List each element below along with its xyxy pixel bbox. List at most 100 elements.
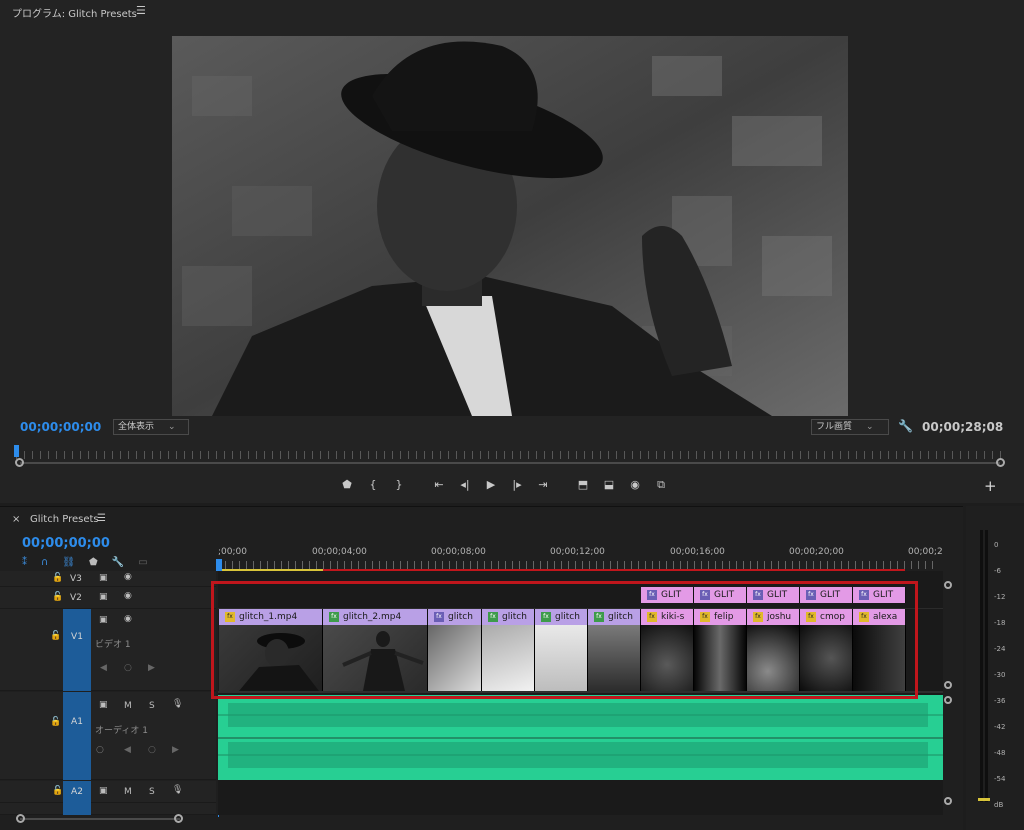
- horizontal-scrollbar[interactable]: [20, 818, 180, 820]
- linked-selection-icon[interactable]: ⛓: [62, 557, 75, 568]
- volume-knob-icon[interactable]: ○: [96, 745, 104, 755]
- audio-waveform: [218, 703, 943, 768]
- wrench-icon[interactable]: 🔧: [898, 419, 913, 433]
- ruler-label: 00;00;08;00: [431, 547, 486, 557]
- prev-keyframe-icon[interactable]: ◀: [124, 745, 131, 755]
- meter-scale-label: -48: [994, 749, 1006, 757]
- mark-out-icon[interactable]: }: [390, 478, 408, 492]
- track-label-v2: V2: [70, 593, 82, 603]
- microphone-icon[interactable]: 🎙: [172, 785, 183, 795]
- meter-scale-label: 0: [994, 541, 999, 549]
- add-marker-icon[interactable]: ⬟: [89, 557, 98, 568]
- track-name-a1: オーディオ 1: [95, 726, 148, 736]
- program-monitor: プログラム: Glitch Presets ☰ 00;00;00;00 全体表示…: [0, 0, 1024, 503]
- eye-icon[interactable]: ◉: [124, 614, 132, 624]
- lock-icon[interactable]: 🔓: [52, 592, 63, 602]
- meter-scale: 0 -6 -12 -18 -24 -30 -36 -42 -48 -54 dB: [994, 532, 1005, 818]
- meter-scale-label: -36: [994, 697, 1006, 705]
- camera-icon[interactable]: ◉: [626, 478, 644, 492]
- ruler-label: ;00;00: [218, 547, 247, 557]
- next-keyframe-icon[interactable]: ▶: [172, 745, 179, 755]
- lock-icon[interactable]: 🔓: [50, 631, 61, 641]
- program-playhead[interactable]: [14, 445, 19, 457]
- chevron-down-icon: ⌄: [866, 422, 874, 432]
- scroll-handle[interactable]: [944, 696, 952, 704]
- mute-button[interactable]: M: [124, 701, 132, 711]
- fit-dropdown[interactable]: 全体表示 ⌄: [113, 419, 189, 435]
- zoom-handle-left[interactable]: [15, 458, 24, 467]
- program-monitor-title: プログラム: Glitch Presets: [12, 9, 137, 20]
- comparison-view-icon[interactable]: ⧉: [652, 478, 670, 492]
- close-icon[interactable]: ×: [12, 514, 20, 525]
- microphone-icon[interactable]: 🎙: [172, 699, 183, 709]
- quality-dropdown[interactable]: フル画質 ⌄: [811, 419, 889, 435]
- ruler-label: 00;00;04;00: [312, 547, 367, 557]
- meter-bar-left: [980, 530, 983, 802]
- panel-menu-icon[interactable]: ☰: [97, 513, 106, 524]
- source-patch-v1[interactable]: V1: [63, 609, 91, 691]
- source-patch-a3[interactable]: [63, 803, 91, 815]
- solo-button[interactable]: S: [149, 787, 155, 797]
- time-ruler[interactable]: [218, 561, 938, 569]
- play-icon[interactable]: ▶: [482, 478, 500, 492]
- extract-icon[interactable]: ⬓: [600, 478, 618, 492]
- track-name-v1: ビデオ 1: [95, 640, 131, 650]
- meter-scale-label: -18: [994, 619, 1006, 627]
- meter-level-indicator: [978, 798, 990, 801]
- playhead-timecode[interactable]: 00;00;00;00: [20, 420, 101, 434]
- meter-scale-label: -24: [994, 645, 1006, 653]
- lock-icon[interactable]: 🔓: [52, 573, 63, 583]
- mute-button[interactable]: M: [124, 787, 132, 797]
- scroll-handle[interactable]: [944, 581, 952, 589]
- sync-lock-icon[interactable]: ▣: [99, 573, 108, 583]
- next-keyframe-icon[interactable]: ▶: [148, 663, 155, 673]
- captions-icon[interactable]: ▭: [138, 557, 147, 568]
- zoom-handle-right[interactable]: [996, 458, 1005, 467]
- meter-scale-label: -30: [994, 671, 1006, 679]
- lift-icon[interactable]: ⬒: [574, 478, 592, 492]
- timeline-panel: × Glitch Presets ☰ 00;00;00;00 ⁑ ∩ ⛓ ⬟ 🔧…: [0, 506, 963, 830]
- step-back-icon[interactable]: ◂|: [456, 478, 474, 492]
- sync-lock-icon[interactable]: ▣: [99, 700, 108, 710]
- sequence-timecode[interactable]: 00;00;00;00: [22, 536, 110, 551]
- timeline-playhead[interactable]: [216, 559, 222, 571]
- sync-lock-icon[interactable]: ▣: [99, 786, 108, 796]
- fit-dropdown-value: 全体表示: [118, 422, 155, 432]
- marker-icon[interactable]: ⬟: [338, 478, 356, 492]
- lock-icon[interactable]: 🔓: [52, 786, 63, 796]
- sequence-tab[interactable]: Glitch Presets: [30, 514, 99, 525]
- add-keyframe-icon[interactable]: ○: [124, 663, 132, 673]
- ruler-label: 00;00;20;00: [789, 547, 844, 557]
- eye-icon[interactable]: ◉: [124, 572, 132, 582]
- panel-menu-icon[interactable]: ☰: [136, 4, 146, 17]
- wrench-icon[interactable]: 🔧: [112, 557, 124, 568]
- portrait-frame-image: [172, 36, 848, 416]
- timeline-tools: ⁑ ∩ ⛓ ⬟ 🔧 ▭: [22, 557, 148, 568]
- snap-magnet-icon[interactable]: ∩: [41, 557, 48, 568]
- h-scroll-handle-left[interactable]: [16, 814, 25, 823]
- scroll-handle[interactable]: [944, 797, 952, 805]
- add-keyframe-icon[interactable]: ○: [148, 745, 156, 755]
- source-patch-a2[interactable]: A2: [63, 781, 91, 803]
- go-to-out-icon[interactable]: ⇥: [534, 478, 552, 492]
- zoom-scrollbar[interactable]: [20, 462, 1000, 464]
- add-button[interactable]: +: [984, 477, 997, 495]
- eye-icon[interactable]: ◉: [124, 591, 132, 601]
- nest-icon[interactable]: ⁑: [22, 557, 27, 568]
- h-scroll-handle-right[interactable]: [174, 814, 183, 823]
- step-forward-icon[interactable]: |▸: [508, 478, 526, 492]
- go-to-in-icon[interactable]: ⇤: [430, 478, 448, 492]
- track-header-a2: 🔓 A2 ▣ M S 🎙: [0, 781, 216, 803]
- scroll-handle[interactable]: [944, 681, 952, 689]
- sync-lock-icon[interactable]: ▣: [99, 615, 108, 625]
- mark-in-icon[interactable]: {: [364, 478, 382, 492]
- sync-lock-icon[interactable]: ▣: [99, 592, 108, 602]
- solo-button[interactable]: S: [149, 701, 155, 711]
- meter-scale-label: -12: [994, 593, 1006, 601]
- meter-scale-label: -42: [994, 723, 1006, 731]
- prev-keyframe-icon[interactable]: ◀: [100, 663, 107, 673]
- audio-clip-a1[interactable]: [218, 695, 943, 780]
- source-patch-a1[interactable]: A1: [63, 692, 91, 780]
- program-time-ruler[interactable]: [16, 451, 1006, 459]
- lock-icon[interactable]: 🔓: [50, 717, 61, 727]
